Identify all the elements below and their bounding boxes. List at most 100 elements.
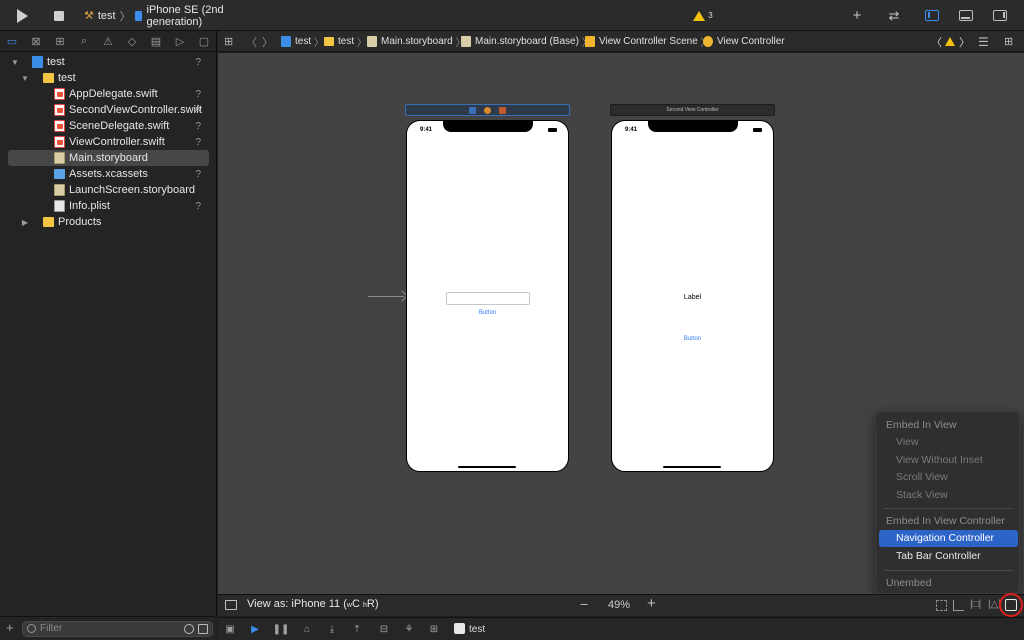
update-frames-icon[interactable] xyxy=(936,600,947,611)
symbol-icon[interactable]: ⊞ xyxy=(48,31,72,52)
exit-icon[interactable] xyxy=(499,107,506,114)
warning-indicator[interactable]: 3 xyxy=(690,0,716,31)
memory-graph-icon[interactable]: ⚘ xyxy=(402,622,416,636)
scene-title: Second View Controller xyxy=(666,107,719,113)
warning-icon[interactable] xyxy=(945,31,955,52)
tree-row-file[interactable]: Assets.xcassets ? xyxy=(8,166,209,182)
folder-icon[interactable]: ▭ xyxy=(0,31,24,52)
tree-row-file[interactable]: SecondViewController.swift A xyxy=(8,102,209,118)
forward-icon[interactable]: 〉 xyxy=(262,31,273,52)
report-icon[interactable]: ▢ xyxy=(192,31,216,52)
hide-debug-area-icon[interactable]: ▣ xyxy=(223,622,237,636)
breadcrumb-group[interactable]: test 〉 xyxy=(324,31,367,52)
breadcrumb-project[interactable]: test 〉 xyxy=(281,31,324,52)
tree-row-file[interactable]: LaunchScreen.storyboard xyxy=(8,182,209,198)
disclosure-closed-icon[interactable]: ▶ xyxy=(20,218,30,227)
size-class-compact: C xyxy=(351,598,360,610)
folder-icon xyxy=(43,217,54,227)
tree-row-file[interactable]: AppDelegate.swift ? xyxy=(8,86,209,102)
process-selector[interactable]: test xyxy=(454,623,485,635)
environment-overrides-icon[interactable]: ⊞ xyxy=(427,622,441,636)
tree-row-file[interactable]: ViewController.swift ? xyxy=(8,134,209,150)
plus-icon[interactable]: + xyxy=(848,0,866,31)
tree-label: test xyxy=(47,56,65,68)
breakpoint-icon[interactable]: ▷ xyxy=(168,31,192,52)
status-time: 9:41 xyxy=(625,127,638,133)
debug-area-toggle-icon[interactable] xyxy=(956,0,976,31)
related-items-icon[interactable]: ⊞ xyxy=(224,31,233,52)
menu-item-stack-view[interactable]: Stack View xyxy=(879,487,1018,504)
menu-item-navigation-controller[interactable]: Navigation Controller xyxy=(879,530,1018,547)
debug-icon[interactable]: ▤ xyxy=(144,31,168,52)
project-navigator: ▭ ⊠ ⊞ ⌕ ⚠ ◇ ▤ ▷ ▢ ▼ test ? ▼ test AppDel… xyxy=(0,31,217,640)
align-icon[interactable] xyxy=(953,600,964,611)
scene-dock-view-controller[interactable] xyxy=(405,104,570,116)
tree-row-group[interactable]: ▶ Products xyxy=(8,214,209,230)
issue-icon[interactable]: ⚠ xyxy=(96,31,120,52)
menu-item-view-without-inset[interactable]: View Without Inset xyxy=(879,452,1018,469)
editor-options-icon[interactable]: ☰ xyxy=(978,31,989,52)
stop-icon[interactable] xyxy=(49,0,69,31)
menu-item-tab-bar-controller[interactable]: Tab Bar Controller xyxy=(879,548,1018,565)
play-icon[interactable] xyxy=(12,0,32,31)
previous-issue-icon[interactable]: 〈 xyxy=(931,31,942,52)
add-editor-icon[interactable]: ⊞ xyxy=(1004,31,1013,52)
back-icon[interactable]: 〈 xyxy=(246,31,257,52)
disclosure-open-icon[interactable]: ▼ xyxy=(20,74,30,83)
tree-row-file[interactable]: SceneDelegate.swift ? xyxy=(8,118,209,134)
embed-in-menu: Embed In View View View Without Inset Sc… xyxy=(875,411,1020,594)
menu-item-view[interactable]: View xyxy=(879,434,1018,451)
source-control-filter-icon[interactable] xyxy=(198,624,208,634)
project-icon xyxy=(281,36,291,47)
source-control-icon[interactable]: ⊠ xyxy=(24,31,48,52)
view-controller-scene[interactable]: 9:41 Button xyxy=(406,120,569,472)
next-issue-icon[interactable]: 〉 xyxy=(959,31,970,52)
scene-dock-second-view-controller[interactable]: Second View Controller xyxy=(610,104,775,116)
disclosure-open-icon[interactable]: ▼ xyxy=(10,58,20,67)
test-icon[interactable]: ◇ xyxy=(120,31,144,52)
inspector-toggle-icon[interactable] xyxy=(990,0,1010,31)
text-field[interactable] xyxy=(446,292,530,305)
breadcrumb-controller[interactable]: View Controller xyxy=(703,31,785,52)
menu-item-scroll-view[interactable]: Scroll View xyxy=(879,469,1018,486)
tree-badge: ? xyxy=(195,88,201,100)
view-hierarchy-icon[interactable]: ⊟ xyxy=(377,622,391,636)
recent-files-icon[interactable] xyxy=(184,624,194,634)
add-icon[interactable]: + xyxy=(6,620,14,635)
menu-item-unembed[interactable]: Unembed xyxy=(879,575,1018,592)
breadcrumb-scene[interactable]: View Controller Scene 〉 xyxy=(585,31,711,52)
breakpoints-toggle-icon[interactable]: ▶ xyxy=(248,622,262,636)
tree-label: SecondViewController.swift xyxy=(69,104,203,116)
filter-field[interactable]: Filter xyxy=(22,621,213,637)
breadcrumb-localization[interactable]: Main.storyboard (Base) 〉 xyxy=(461,31,592,52)
document-outline-toggle-icon[interactable] xyxy=(225,600,237,610)
tree-row-file-selected[interactable]: Main.storyboard xyxy=(8,150,209,166)
zoom-in-icon[interactable]: + xyxy=(647,595,656,612)
jump-bar: ⊞ 〈 〉 test 〉 test 〉 Main.storyboard 〉 Ma… xyxy=(218,31,1024,52)
tree-label: Products xyxy=(58,216,102,228)
tree-row-project[interactable]: ▼ test ? xyxy=(8,54,209,70)
step-out-icon[interactable]: ⤒ xyxy=(350,622,364,636)
add-constraints-icon[interactable]: |□| xyxy=(970,599,981,610)
tree-row-file[interactable]: Info.plist ? xyxy=(8,198,209,214)
zoom-out-icon[interactable]: − xyxy=(580,596,588,612)
tree-row-group[interactable]: ▼ test xyxy=(8,70,209,86)
search-icon[interactable]: ⌕ xyxy=(72,31,96,52)
swap-icon[interactable]: ⇄ xyxy=(883,0,905,31)
label[interactable]: Label xyxy=(612,294,773,301)
view-as-button[interactable]: View as: iPhone 11 (wC hR) xyxy=(247,598,378,610)
status-time: 9:41 xyxy=(420,127,433,133)
second-view-controller-scene[interactable]: 9:41 Label Button xyxy=(611,120,774,472)
breadcrumb-file[interactable]: Main.storyboard 〉 xyxy=(367,31,465,52)
notch xyxy=(648,121,738,132)
step-over-icon[interactable]: ⌂ xyxy=(300,622,314,636)
step-into-icon[interactable]: ⤓ xyxy=(325,622,339,636)
button[interactable]: Button xyxy=(407,310,568,316)
first-responder-icon[interactable] xyxy=(484,107,491,114)
navigator-toggle-icon[interactable] xyxy=(922,0,942,31)
button[interactable]: Button xyxy=(612,336,773,342)
pause-icon[interactable]: ❚❚ xyxy=(273,622,290,636)
scheme-selector[interactable]: ⚒ test 〉 iPhone SE (2nd generation) xyxy=(84,0,264,31)
breadcrumb-label: test xyxy=(295,36,312,47)
view-controller-icon[interactable] xyxy=(469,107,476,114)
